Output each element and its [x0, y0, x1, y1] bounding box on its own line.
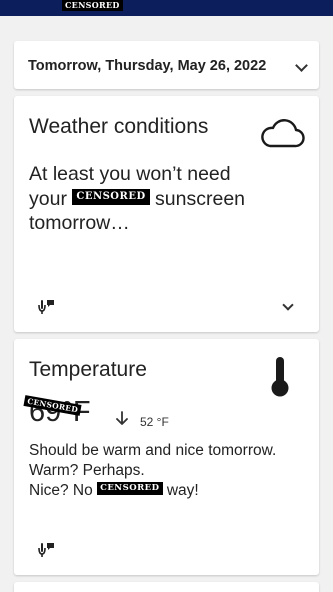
temp-line-2: Warm? Perhaps.: [29, 462, 145, 479]
date-selector[interactable]: Tomorrow, Thursday, May 26, 2022: [14, 41, 319, 89]
censor-bar: CENSORED: [62, 0, 123, 11]
weather-line-1: At least you won’t need: [29, 163, 231, 185]
temp-line-3-end: way!: [166, 482, 199, 499]
weather-line-2-end: sunscreen: [155, 187, 246, 210]
temp-line-1: Should be warm and nice tomorrow.: [29, 442, 277, 459]
app-header: CENSORED: [0, 0, 333, 16]
weather-conditions-card: Weather conditions At least you won’t ne…: [14, 96, 319, 332]
date-label: Tomorrow, Thursday, May 26, 2022: [28, 58, 267, 74]
speak-icon[interactable]: [36, 541, 56, 559]
temperature-title: Temperature: [29, 358, 147, 381]
temperature-card: Temperature 69°F CENSORED 52 °F Should b…: [14, 339, 319, 575]
censor-bar: CENSORED: [72, 189, 150, 206]
weather-description: At least you won’t need your CENSORED su…: [29, 162, 309, 236]
temp-line-3: Nice? No CENSORED way!: [29, 481, 319, 501]
thermometer-icon: [271, 357, 289, 397]
expand-chevron-icon[interactable]: [282, 299, 294, 311]
weather-line-2: your CENSORED sunscreen: [29, 187, 309, 212]
weather-line-2-start: your: [29, 187, 67, 210]
next-card: [14, 582, 319, 592]
temperature-description: Should be warm and nice tomorrow. Warm? …: [29, 441, 319, 501]
arrow-down-icon: [116, 411, 128, 425]
low-temperature: 52 °F: [140, 415, 169, 429]
weather-line-3: tomorrow…: [29, 212, 130, 234]
censor-bar: CENSORED: [97, 482, 163, 496]
weather-title: Weather conditions: [29, 115, 209, 138]
cloud-icon: [261, 119, 305, 148]
chevron-down-icon[interactable]: [295, 59, 308, 72]
temp-line-3-start: Nice? No: [29, 482, 93, 499]
speak-icon[interactable]: [36, 298, 56, 316]
